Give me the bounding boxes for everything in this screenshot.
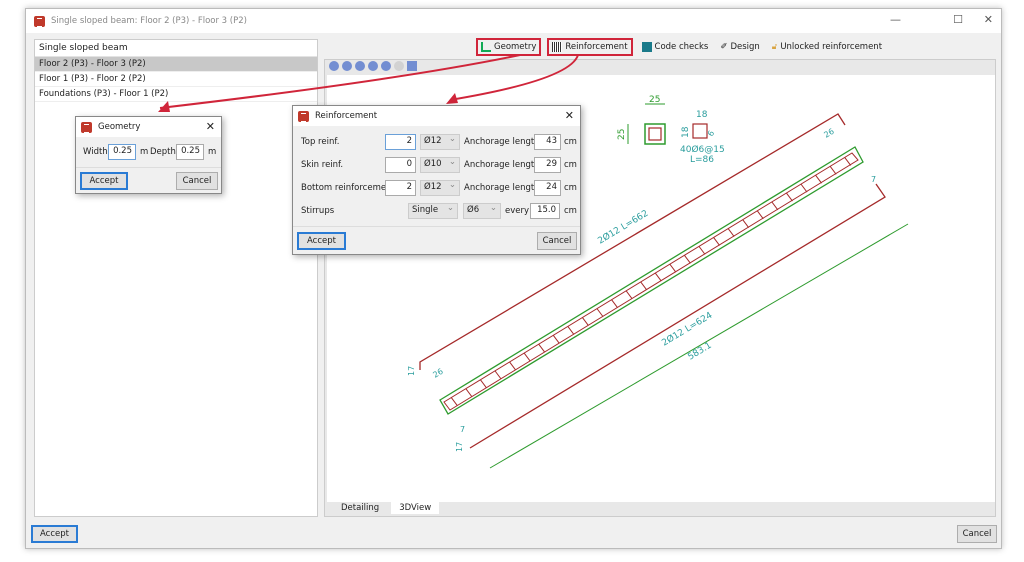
main-window: Single sloped beam: Floor 2 (P3) - Floor… — [25, 8, 1002, 549]
close-button[interactable]: ✕ — [984, 13, 993, 26]
zoom-out-icon[interactable] — [381, 61, 391, 71]
width-input[interactable]: 0.25 — [108, 144, 136, 160]
stirrups-label: Stirrups — [301, 206, 335, 216]
app-icon — [34, 15, 45, 27]
reinf-row-label: Skin reinf. — [301, 160, 344, 170]
geometry-icon — [481, 42, 491, 52]
app-icon — [298, 110, 309, 122]
beam-list-item[interactable]: Floor 2 (P3) - Floor 3 (P2) — [35, 57, 317, 72]
minimize-button[interactable]: — — [890, 13, 901, 26]
geometry-button[interactable]: Geometry — [476, 38, 542, 56]
unlocked-label: Unlocked reinforcement — [780, 42, 883, 52]
width-unit: m — [140, 147, 149, 157]
cancel-button[interactable]: Cancel — [957, 525, 997, 543]
every-label: every — [505, 206, 530, 216]
reinforcement-cancel-button[interactable]: Cancel — [537, 232, 577, 250]
reinforcement-button[interactable]: Reinforcement — [547, 38, 633, 56]
dialog-title: Reinforcement — [315, 111, 378, 121]
depth-label: Depth — [150, 147, 176, 157]
unlock-icon: 🔓︎ — [771, 42, 778, 52]
bar-diameter-select[interactable]: Ø12 — [420, 134, 460, 150]
geometry-cancel-button[interactable]: Cancel — [176, 172, 218, 190]
stirrup-spacing-input[interactable]: 15.0 — [530, 203, 560, 219]
window-title: Single sloped beam: Floor 2 (P3) - Floor… — [51, 16, 247, 26]
reinf-row-label: Bottom reinforcement — [301, 183, 395, 193]
zoom-window-icon[interactable] — [355, 61, 365, 71]
depth-input[interactable]: 0.25 — [176, 144, 204, 160]
app-icon — [81, 121, 92, 133]
stirrup-type-select[interactable]: Single — [408, 203, 458, 219]
toolbar: Geometry Reinforcement Code checks ✐ Desi… — [476, 38, 885, 56]
anchorage-unit: cm — [564, 160, 577, 170]
reinf-row-label: Top reinf. — [301, 137, 340, 147]
maximize-button[interactable]: ☐ — [953, 13, 963, 26]
zoom-all-icon[interactable] — [342, 61, 352, 71]
beam-list-item[interactable]: Foundations (P3) - Floor 1 (P2) — [35, 87, 317, 102]
code-checks-button[interactable]: Code checks — [639, 40, 712, 54]
bar-diameter-select[interactable]: Ø12 — [420, 180, 460, 196]
beam-list: Single sloped beam Floor 2 (P3) - Floor … — [34, 39, 318, 517]
tab-3dview[interactable]: 3DView — [391, 502, 440, 514]
reinforcement-dialog: Reinforcement ✕ Top reinf. 2 Ø12 Anchorag… — [292, 105, 581, 255]
pencil-icon: ✐ — [720, 42, 728, 52]
bar-count-input[interactable]: 2 — [385, 134, 416, 150]
anchorage-input[interactable]: 24 — [534, 180, 561, 196]
zoom-extents-icon[interactable] — [329, 61, 339, 71]
anchorage-unit: cm — [564, 137, 577, 147]
depth-unit: m — [208, 147, 217, 157]
anchorage-unit: cm — [564, 183, 577, 193]
title-bar: Single sloped beam: Floor 2 (P3) - Floor… — [26, 9, 1001, 33]
reinforcement-accept-button[interactable]: Accept — [297, 232, 346, 250]
width-label: Width — [83, 147, 108, 157]
geometry-label: Geometry — [494, 42, 537, 52]
book-icon — [641, 42, 652, 52]
stirrup-diameter-select[interactable]: Ø6 — [463, 203, 501, 219]
view-tabs: Detailing 3DView — [333, 502, 440, 514]
anchorage-label: Anchorage length — [464, 160, 540, 170]
dialog-title: Geometry — [98, 122, 141, 132]
accept-button[interactable]: Accept — [31, 525, 78, 543]
code-checks-label: Code checks — [654, 42, 709, 52]
close-icon[interactable]: ✕ — [206, 120, 215, 133]
view-toolbar — [325, 60, 995, 74]
anchorage-input[interactable]: 29 — [534, 157, 561, 173]
geometry-accept-button[interactable]: Accept — [80, 172, 128, 190]
design-label: Design — [730, 42, 760, 52]
bar-count-input[interactable]: 2 — [385, 180, 416, 196]
spacing-unit: cm — [564, 206, 577, 216]
tab-detailing[interactable]: Detailing — [333, 502, 387, 514]
design-button[interactable]: ✐ Design — [717, 40, 762, 54]
geometry-dialog: Geometry ✕ Width 0.25 m Depth 0.25 m Acce… — [75, 116, 222, 194]
anchorage-label: Anchorage length — [464, 137, 540, 147]
export-icon[interactable] — [407, 61, 417, 71]
anchorage-input[interactable]: 43 — [534, 134, 561, 150]
bar-diameter-select[interactable]: Ø10 — [420, 157, 460, 173]
close-icon[interactable]: ✕ — [565, 109, 574, 122]
pan-hand-icon[interactable] — [394, 61, 404, 71]
unlocked-reinforcement-button[interactable]: 🔓︎ Unlocked reinforcement — [769, 40, 885, 54]
reinforcement-label: Reinforcement — [565, 42, 628, 52]
redraw-icon[interactable] — [368, 61, 378, 71]
bar-count-input[interactable]: 0 — [385, 157, 416, 173]
anchorage-label: Anchorage length — [464, 183, 540, 193]
beam-list-item[interactable]: Floor 1 (P3) - Floor 2 (P2) — [35, 72, 317, 87]
grid-icon — [552, 42, 563, 52]
beam-list-header: Single sloped beam — [35, 40, 317, 57]
